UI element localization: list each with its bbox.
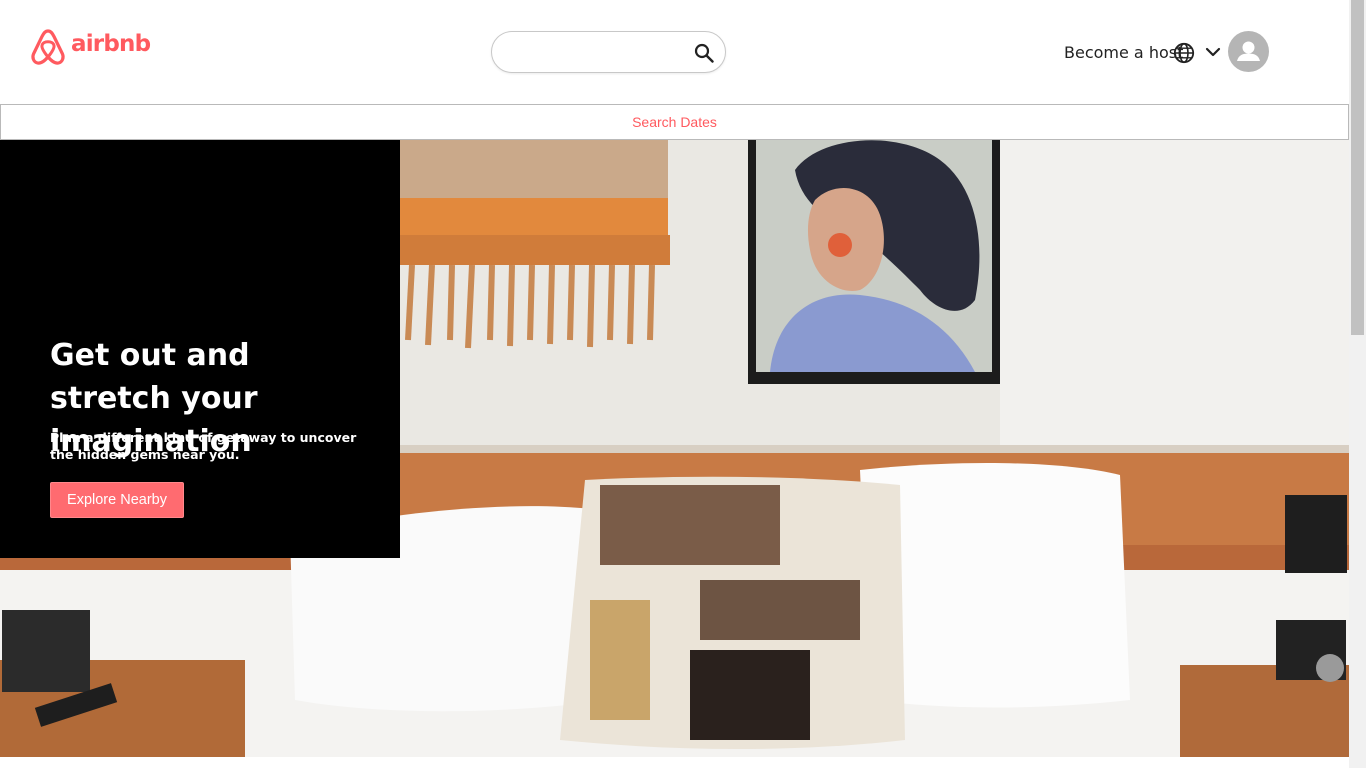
page: airbnb Become a host Search Dates Get ou… — [0, 0, 1349, 768]
search-dates-label: Search Dates — [632, 114, 717, 130]
chevron-down-icon[interactable] — [1205, 46, 1221, 58]
vertical-scrollbar[interactable] — [1349, 0, 1366, 768]
hero-card: Get out and stretch your imagination Pla… — [0, 140, 400, 558]
search-icon[interactable] — [694, 43, 714, 63]
search-input[interactable] — [506, 40, 686, 64]
user-avatar[interactable] — [1228, 31, 1269, 72]
user-avatar-icon — [1237, 41, 1260, 61]
page-bottom — [0, 757, 1349, 768]
brand-name: airbnb — [71, 31, 151, 57]
search-box[interactable] — [491, 31, 726, 73]
scrollbar-thumb[interactable] — [1351, 0, 1364, 335]
hero-subtitle: Plan a different kind of getaway to unco… — [50, 430, 357, 462]
search-dates-bar[interactable]: Search Dates — [0, 104, 1349, 140]
become-a-host-link[interactable]: Become a host — [1064, 43, 1183, 62]
airbnb-logo[interactable]: airbnb — [30, 28, 151, 66]
explore-nearby-button[interactable]: Explore Nearby — [50, 482, 184, 518]
airbnb-belo-icon — [31, 29, 65, 65]
top-header: airbnb Become a host — [0, 0, 1349, 104]
globe-icon[interactable] — [1173, 42, 1195, 64]
